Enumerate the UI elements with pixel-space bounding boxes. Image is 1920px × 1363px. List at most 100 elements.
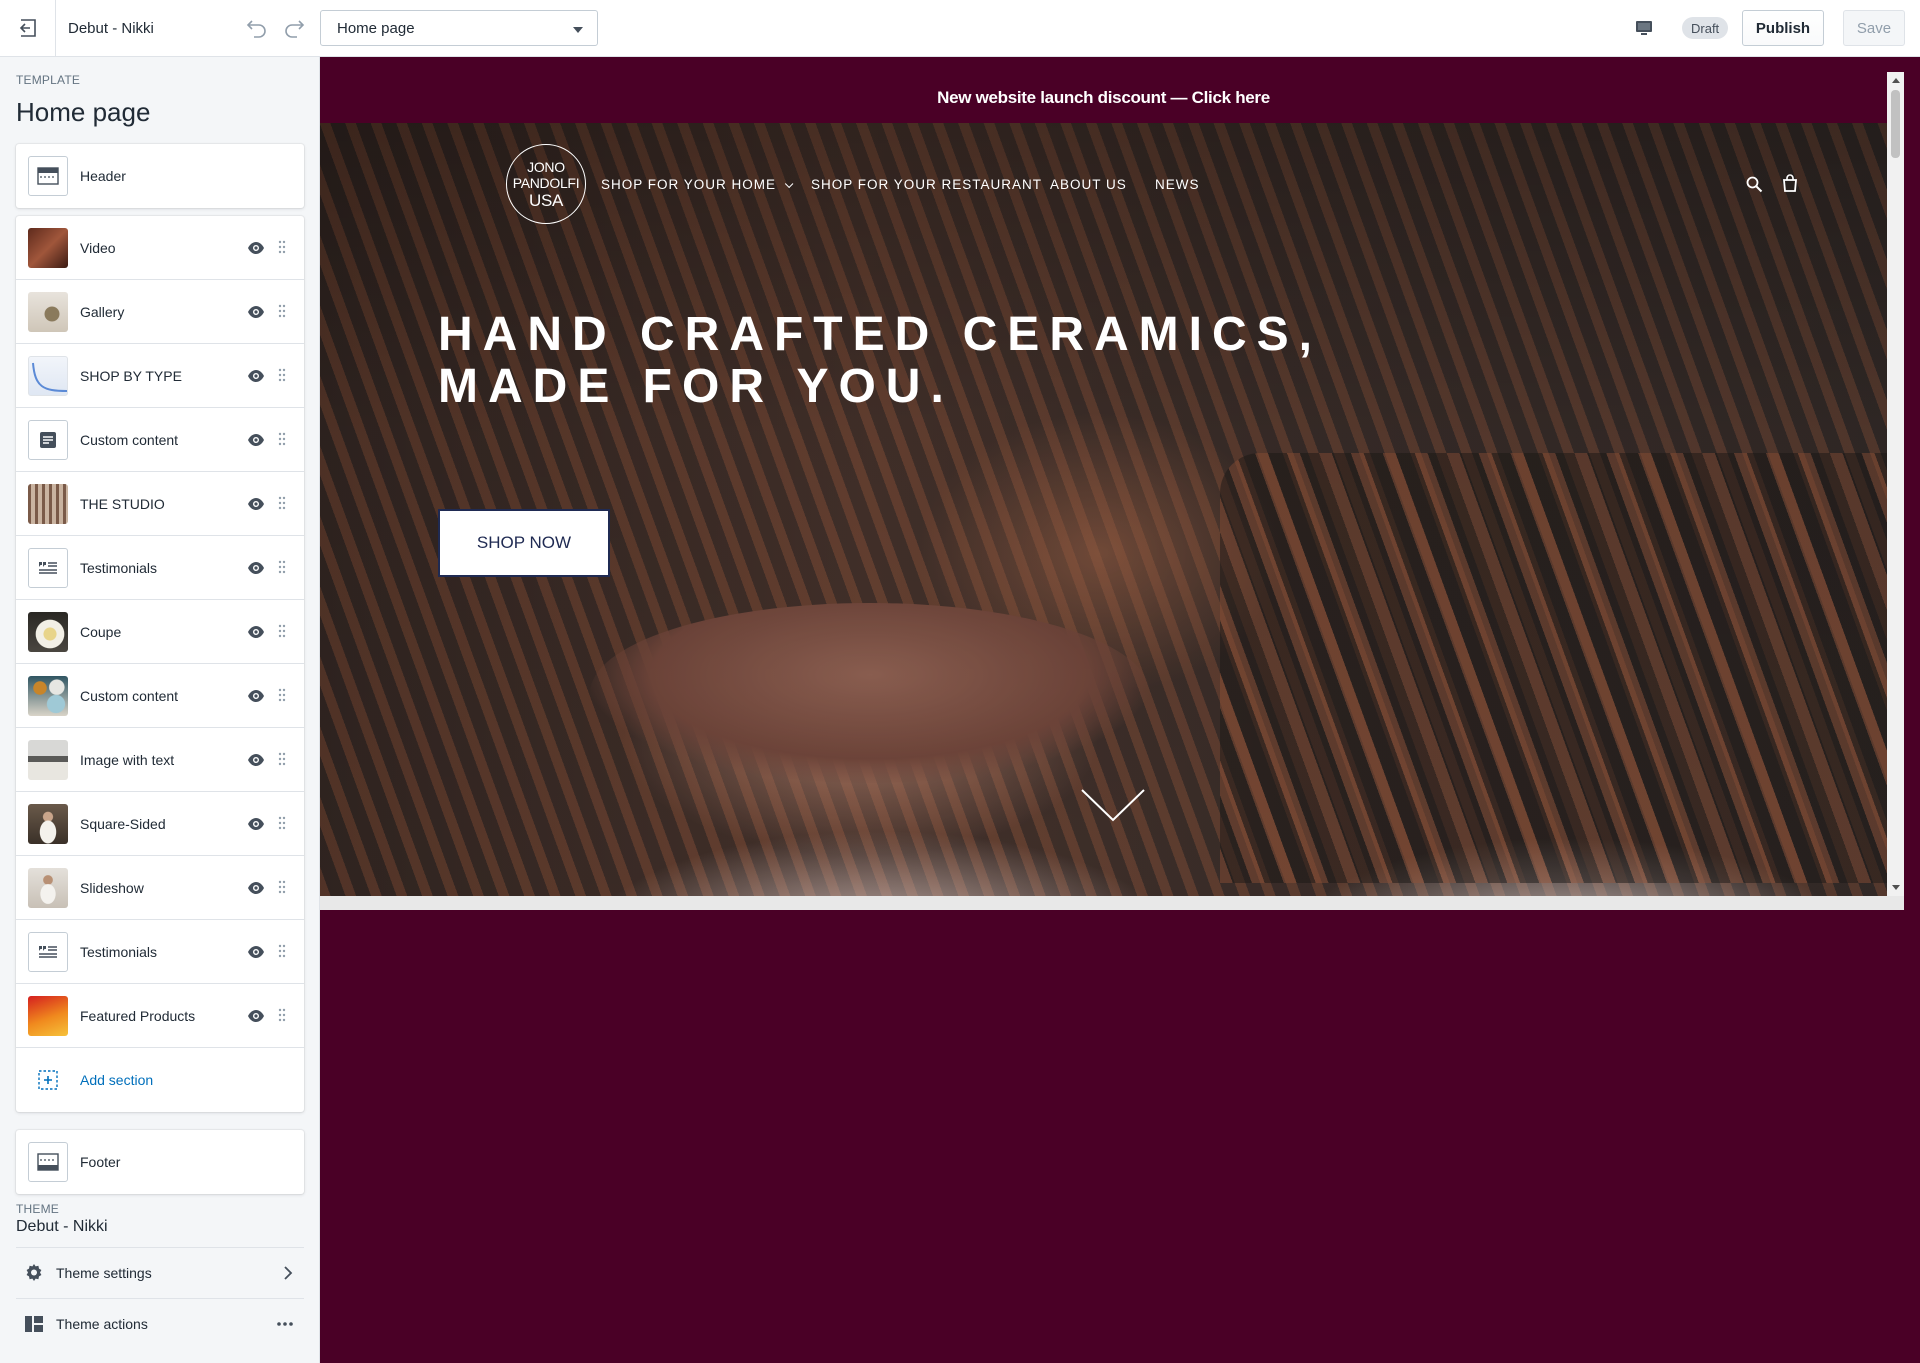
theme-actions-icon [25,1316,43,1332]
cart-icon[interactable] [1781,174,1799,192]
visibility-eye-icon[interactable] [247,623,265,641]
search-icon[interactable] [1745,175,1763,193]
section-testimonials[interactable]: Testimonials [16,536,304,600]
add-section-button[interactable]: Add section [16,1048,304,1112]
coupe-thumbnail [28,612,68,652]
logo-line: USA [528,190,564,210]
visibility-eye-icon[interactable] [247,879,265,897]
more-horizontal-icon [277,1322,293,1326]
section-label: Video [80,239,116,256]
nav-about-us[interactable]: ABOUT US [1050,177,1127,192]
section-label: Image with text [80,751,175,768]
section-featured-products[interactable]: Featured Products [16,984,304,1048]
drag-handle-icon[interactable] [278,560,286,574]
section-custom-content[interactable]: Custom content [16,408,304,472]
section-label: Custom content [80,431,179,448]
section-square-sided[interactable]: Square-Sided [16,792,304,856]
exit-editor-button[interactable] [0,0,56,56]
draft-status-badge: Draft [1682,17,1729,39]
preview-scrollbar[interactable] [1887,72,1904,896]
visibility-eye-icon[interactable] [247,815,265,833]
nav-shop-for-your-restaurant[interactable]: SHOP FOR YOUR RESTAURANT [811,177,1042,192]
footer-icon [28,1142,68,1182]
section-gallery[interactable]: Gallery [16,280,304,344]
drag-handle-icon[interactable] [278,688,286,702]
drag-handle-icon[interactable] [278,240,286,254]
nav-label: SHOP FOR YOUR HOME [601,177,777,192]
section-header[interactable]: Header [16,144,304,208]
shop-now-button[interactable]: SHOP NOW [438,509,610,577]
visibility-eye-icon[interactable] [247,303,265,321]
drag-handle-icon[interactable] [278,304,286,318]
caret-down-icon [573,27,583,33]
section-shop-by-type[interactable]: SHOP BY TYPE [16,344,304,408]
chevron-down-icon [784,179,794,189]
visibility-eye-icon[interactable] [247,1007,265,1025]
section-label: Header [80,168,126,184]
section-label: Testimonials [80,559,158,576]
section-the-studio[interactable]: THE STUDIO [16,472,304,536]
drag-handle-icon[interactable] [278,752,286,766]
quote-list-icon [28,548,68,588]
section-coupe[interactable]: Coupe [16,600,304,664]
header-card: Header [16,144,304,208]
visibility-eye-icon[interactable] [247,751,265,769]
gallery-thumbnail [28,292,68,332]
hero-video-section: JONO PANDOLFI USA SHOP FOR YOUR HOME SHO… [320,123,1887,896]
drag-handle-icon[interactable] [278,1008,286,1022]
dishes-thumbnail [28,676,68,716]
drag-handle-icon[interactable] [278,816,286,830]
section-testimonials-2[interactable]: Testimonials [16,920,304,984]
page-template-select[interactable]: Home page [320,10,598,46]
section-image-with-text[interactable]: Image with text [16,728,304,792]
section-slideshow[interactable]: Slideshow [16,856,304,920]
visibility-eye-icon[interactable] [247,943,265,961]
save-button[interactable]: Save [1843,10,1905,46]
drag-handle-icon[interactable] [278,368,286,382]
preview-frame: New website launch discount — Click here… [320,72,1904,896]
studio-thumbnail [28,484,68,524]
section-label: Featured Products [80,1007,196,1024]
redo-button[interactable] [280,14,308,42]
store-logo[interactable]: JONO PANDOLFI USA [506,144,586,224]
theme-actions-link[interactable]: Theme actions [16,1298,304,1348]
visibility-eye-icon[interactable] [247,687,265,705]
storefront-preview: New website launch discount — Click here… [320,57,1920,1363]
section-custom-content-2[interactable]: Custom content [16,664,304,728]
announcement-bar[interactable]: New website launch discount — Click here [320,72,1887,123]
scrollbar-thumb[interactable] [1891,90,1900,158]
drag-handle-icon[interactable] [278,944,286,958]
device-preview-button[interactable] [1630,14,1658,42]
gear-icon [26,1264,42,1281]
visibility-eye-icon[interactable] [247,559,265,577]
header-icon [28,156,68,196]
visibility-eye-icon[interactable] [247,431,265,449]
scroll-up-arrow-icon[interactable] [1892,78,1900,83]
template-title: Home page [16,97,151,127]
nav-news[interactable]: NEWS [1155,177,1200,192]
theme-settings-link[interactable]: Theme settings [16,1247,304,1297]
visibility-eye-icon[interactable] [247,495,265,513]
template-eyebrow: TEMPLATE [16,73,81,87]
visibility-eye-icon[interactable] [247,367,265,385]
drag-handle-icon[interactable] [278,496,286,510]
hero-apron-image [1220,453,1887,883]
video-thumbnail [28,228,68,268]
publish-button[interactable]: Publish [1742,10,1824,46]
drag-handle-icon[interactable] [278,624,286,638]
visibility-eye-icon[interactable] [247,239,265,257]
undo-button[interactable] [243,14,271,42]
section-label: Footer [80,1154,121,1170]
scroll-down-chevron-icon[interactable] [1080,788,1146,824]
footer-card: Footer [16,1130,304,1194]
section-label: Square-Sided [80,815,166,832]
drag-handle-icon[interactable] [278,880,286,894]
chevron-right-icon [284,1266,293,1280]
drag-handle-icon[interactable] [278,432,286,446]
featured-products-thumbnail [28,996,68,1036]
section-footer[interactable]: Footer [16,1130,304,1194]
section-video[interactable]: Video [16,216,304,280]
nav-shop-for-your-home[interactable]: SHOP FOR YOUR HOME [601,177,794,192]
scroll-down-arrow-icon[interactable] [1892,885,1900,890]
section-label: Slideshow [80,879,144,896]
